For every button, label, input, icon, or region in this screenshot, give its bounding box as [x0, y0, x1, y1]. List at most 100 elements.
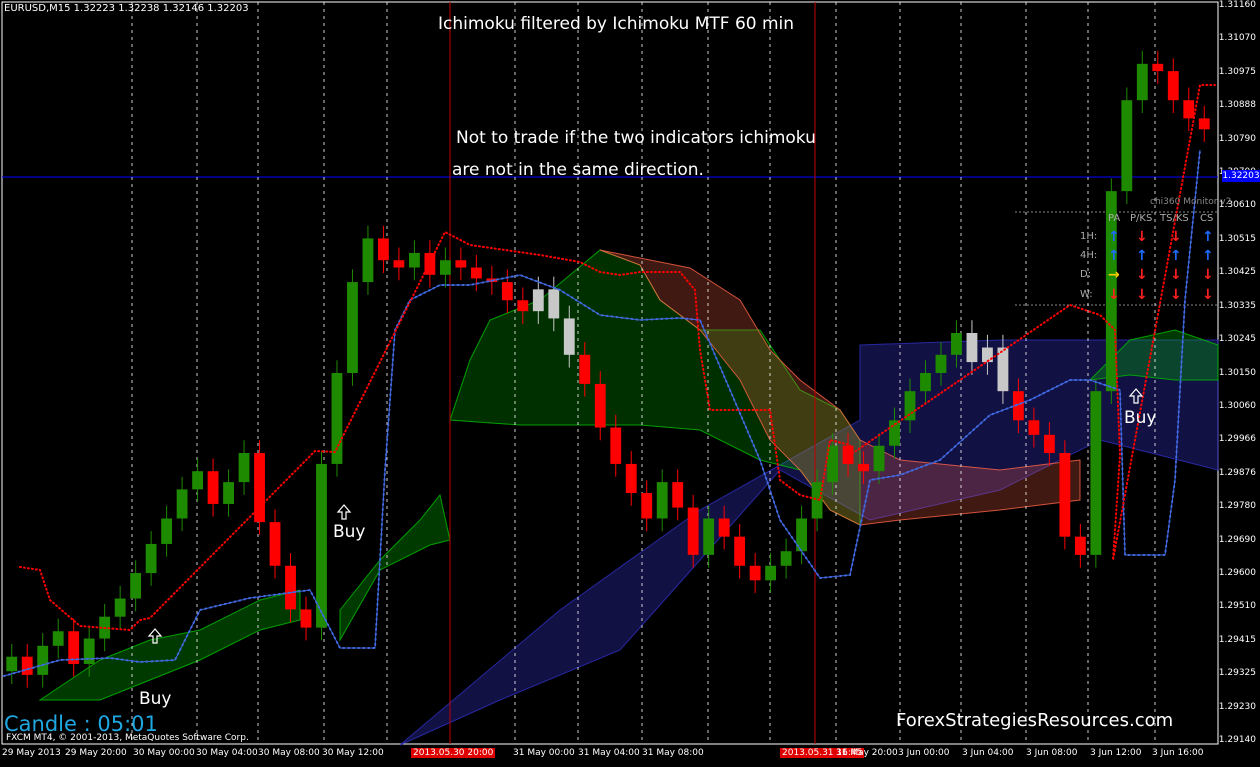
- price-tick-label: 1.29966: [1218, 434, 1256, 445]
- candle-body: [207, 471, 219, 504]
- time-tick-label: 31 May 20:00: [836, 748, 898, 758]
- note-line-1: Not to trade if the two indicators ichim…: [456, 128, 816, 148]
- candle-body: [331, 373, 343, 464]
- price-tick-label: 1.30425: [1218, 267, 1256, 278]
- price-tick-label: 1.29876: [1218, 467, 1256, 478]
- candle-body: [1198, 118, 1210, 130]
- chart-area[interactable]: [0, 0, 1260, 763]
- price-tick-label: 1.29230: [1218, 701, 1256, 712]
- candle-body: [610, 427, 622, 464]
- candle-body: [362, 238, 374, 283]
- price-tick-label: 1.30515: [1218, 233, 1256, 244]
- candle-body: [130, 573, 142, 599]
- candle-body: [672, 482, 684, 508]
- candle-body: [378, 238, 389, 261]
- arrow-down-icon: ↓: [1170, 287, 1182, 303]
- candle-body: [145, 543, 157, 574]
- candle-body: [1090, 391, 1102, 555]
- candle-body: [1183, 100, 1195, 119]
- candle-body: [517, 300, 529, 312]
- price-tick-label: 1.30245: [1218, 334, 1256, 345]
- arrow-down-icon: ↓: [1170, 229, 1182, 245]
- arrow-up-icon: ↑: [1108, 248, 1120, 264]
- time-tick-label: 3 Jun 12:00: [1090, 748, 1142, 758]
- time-tick-label: 31 May 08:00: [642, 748, 704, 758]
- time-tick-label: 31 May 00:00: [513, 748, 575, 758]
- time-tick-label: 30 May 12:00: [322, 748, 384, 758]
- price-tick-label: 1.30610: [1218, 200, 1256, 211]
- candle-body: [1043, 434, 1055, 454]
- candle-body: [951, 332, 962, 355]
- current-price-marker: 1.32203: [1222, 170, 1260, 182]
- price-tick-label: 1.30150: [1218, 367, 1256, 378]
- time-tick-label: 2013.05.30 20:00: [411, 748, 496, 758]
- candle-body: [532, 289, 544, 312]
- candle-body: [920, 373, 931, 392]
- candle-body: [594, 383, 606, 428]
- arrow-down-icon: ↓: [1170, 267, 1182, 283]
- candle-body: [966, 332, 978, 363]
- candle-body: [192, 471, 204, 490]
- price-tick-label: 1.30888: [1218, 100, 1256, 111]
- arrow-down-icon: ↓: [1202, 287, 1214, 303]
- buy-label: Buy: [333, 522, 366, 542]
- candle-body: [687, 507, 699, 555]
- candle-body: [718, 518, 730, 537]
- candle-body: [935, 354, 947, 373]
- time-tick-label: 30 May 00:00: [133, 748, 195, 758]
- candle-body: [114, 598, 126, 617]
- candle-body: [656, 482, 668, 519]
- monitor-header: TS/KS: [1160, 213, 1189, 224]
- time-tick-label: 3 Jun 04:00: [962, 748, 1014, 758]
- candle-body: [6, 656, 18, 672]
- price-tick-label: 1.29780: [1218, 501, 1256, 512]
- buy-label: Buy: [139, 689, 172, 709]
- time-tick-label: 30 May 08:00: [258, 748, 320, 758]
- time-tick-label: 29 May 2013: [2, 748, 61, 758]
- candle-body: [1028, 420, 1040, 435]
- time-tick-label: 29 May 20:00: [65, 748, 127, 758]
- brand-watermark: ForexStrategiesResources.com: [896, 710, 1174, 731]
- candle-body: [1059, 453, 1071, 537]
- time-tick-label: 31 May 04:00: [578, 748, 640, 758]
- monitor-row-label: 4H:: [1080, 250, 1098, 261]
- arrow-down-icon: ↓: [1108, 287, 1120, 303]
- arrow-right-icon: →: [1108, 267, 1120, 283]
- buy-arrow-icon: [336, 504, 352, 520]
- price-tick-label: 1.29325: [1218, 668, 1256, 679]
- candle-body: [238, 453, 250, 483]
- price-tick-label: 1.30790: [1218, 133, 1256, 144]
- price-tick-label: 1.31160: [1218, 0, 1256, 10]
- candle-body: [1136, 63, 1148, 101]
- note-line-2: are not in the same direction.: [452, 160, 704, 180]
- candle-body: [300, 609, 312, 628]
- candle-body: [780, 551, 792, 566]
- symbol-info: EURUSD,M15 1.32223 1.32238 1.32146 1.322…: [4, 3, 249, 14]
- candle-body: [842, 445, 854, 464]
- candle-body: [269, 522, 281, 566]
- candle-body: [548, 289, 560, 319]
- price-tick-label: 1.29690: [1218, 534, 1256, 545]
- candle-body: [1074, 536, 1086, 555]
- arrow-up-icon: ↑: [1136, 248, 1148, 264]
- candle-body: [176, 489, 188, 519]
- price-tick-label: 1.30060: [1218, 400, 1256, 411]
- candle-body: [501, 282, 513, 301]
- monitor-header: PA: [1108, 213, 1121, 224]
- candle-body: [83, 638, 95, 664]
- buy-label: Buy: [1124, 408, 1157, 428]
- candle-body: [1167, 71, 1179, 101]
- price-tick-label: 1.30975: [1218, 66, 1256, 77]
- candle-body: [21, 656, 33, 675]
- arrow-down-icon: ↓: [1202, 267, 1214, 283]
- price-chart[interactable]: [0, 0, 1260, 763]
- candle-body: [765, 565, 777, 581]
- candle-body: [285, 565, 296, 610]
- time-tick-label: 3 Jun 08:00: [1026, 748, 1078, 758]
- candle-body: [470, 267, 482, 279]
- candle-body: [749, 565, 761, 581]
- monitor-header: P/KS: [1130, 213, 1153, 224]
- time-tick-label: 3 Jun 16:00: [1152, 748, 1204, 758]
- monitor-row-label: W:: [1080, 289, 1093, 300]
- candle-body: [811, 482, 823, 519]
